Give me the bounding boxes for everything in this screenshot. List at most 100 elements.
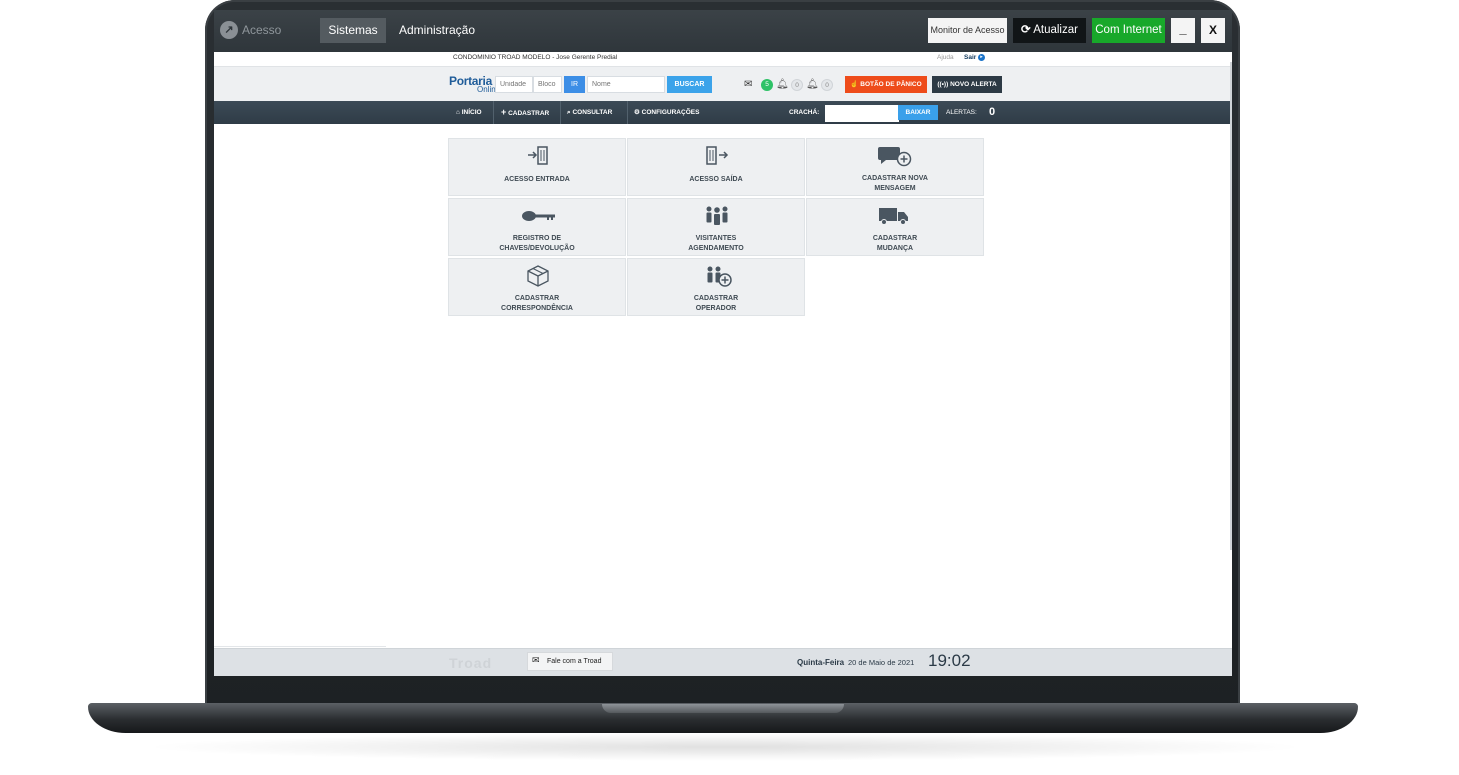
tile-cadastrar-mudanca[interactable]: CADASTRAR MUDANÇA	[806, 198, 984, 256]
shortcut-grid: ACESSO ENTRADA ACESSO SAÍDA CADASTRAR NO…	[448, 138, 988, 320]
hand-icon: ☝	[850, 81, 859, 88]
tile-label-line1: CADASTRAR NOVA	[862, 175, 928, 182]
nav-divider	[627, 101, 628, 124]
tile-label-line2: CHAVES/DEVOLUÇÃO	[499, 245, 575, 252]
search-bar: Portaria Online IR BUSCAR ✉ 5 🔔︎ 0 🔔︎ 0 …	[214, 66, 1232, 101]
menu-administracao[interactable]: Administração	[399, 23, 475, 37]
footer-clock: 19:02	[928, 651, 971, 670]
package-icon	[527, 265, 549, 287]
mail-icon: ✉	[532, 655, 540, 665]
tile-label-line2: CORRESPONDÊNCIA	[501, 305, 573, 312]
panic-label: BOTÃO DE PÂNICO	[860, 81, 922, 88]
buscar-button[interactable]: BUSCAR	[667, 76, 712, 93]
app-logo-icon: ↗	[220, 21, 238, 39]
tile-cadastrar-mensagem[interactable]: CADASTRAR NOVA MENSAGEM	[806, 138, 984, 196]
troad-logo: Troad	[449, 655, 493, 671]
alertas-label: ALERTAS:	[946, 109, 977, 116]
bloco-input[interactable]	[533, 76, 562, 93]
tile-label-line1: VISITANTES	[695, 235, 737, 242]
new-alert-button[interactable]: ((•)) NOVO ALERTA	[932, 76, 1002, 93]
visitors-icon	[706, 206, 728, 225]
new-alert-label: NOVO ALERTA	[950, 81, 997, 88]
nav-consultar-label: CONSULTAR	[572, 109, 613, 116]
scrollbar[interactable]	[1230, 62, 1232, 550]
tile-label-line1: CADASTRAR	[693, 295, 739, 302]
tile-label: ACESSO ENTRADA	[504, 176, 570, 183]
nav-divider	[560, 101, 561, 124]
laptop-notch	[602, 704, 844, 713]
title-bar: ↗ Acesso Sistemas Administração Monitor …	[214, 10, 1232, 52]
monitor-acesso-button[interactable]: Monitor de Acesso	[928, 18, 1007, 43]
tile-cadastrar-operador[interactable]: CADASTRAR OPERADOR	[627, 258, 805, 316]
laptop-shadow	[140, 733, 1310, 761]
cracha-label: CRACHÁ:	[789, 109, 820, 116]
atualizar-button[interactable]: ⟳ Atualizar	[1013, 18, 1086, 43]
gear-icon: ⚙	[634, 109, 640, 116]
nav-consultar[interactable]: ⌕ CONSULTAR	[567, 101, 612, 124]
tile-label-line2: MENSAGEM	[874, 185, 916, 192]
tile-label: CADASTRAR OPERADOR	[628, 294, 804, 314]
nav-divider	[493, 101, 494, 124]
refresh-icon: ⟳	[1021, 24, 1031, 36]
cracha-input[interactable]	[825, 105, 899, 122]
exit-link[interactable]: Sair	[964, 54, 976, 61]
notification-badge[interactable]: 0	[791, 79, 803, 91]
nav-bar: ⌂ INÍCIO + CADASTRAR ⌕ CONSULTAR ⚙ CONFI…	[214, 101, 1230, 124]
nav-configuracoes[interactable]: ⚙ CONFIGURAÇÕES	[634, 101, 699, 124]
bell-icon[interactable]: 🔔︎	[806, 79, 819, 90]
footer-date: 20 de Maio de 2021	[848, 658, 915, 667]
tile-acesso-entrada[interactable]: ACESSO ENTRADA	[448, 138, 626, 196]
tile-registro-chaves[interactable]: REGISTRO DE CHAVES/DEVOLUÇÃO	[448, 198, 626, 256]
nav-inicio[interactable]: ⌂ INÍCIO	[456, 101, 482, 124]
nav-configuracoes-label: CONFIGURAÇÕES	[641, 109, 700, 116]
minimize-button[interactable]: _	[1171, 18, 1195, 43]
home-icon: ⌂	[456, 109, 460, 116]
panic-button[interactable]: ☝ BOTÃO DE PÂNICO	[845, 76, 927, 93]
tile-label: CADASTRAR MUDANÇA	[807, 234, 983, 254]
alert-badge[interactable]: 0	[821, 79, 833, 91]
door-enter-icon	[528, 146, 548, 165]
fale-label: Fale com a Troad	[547, 658, 602, 665]
mail-icon[interactable]: ✉	[744, 79, 752, 90]
tile-label: CADASTRAR NOVA MENSAGEM	[807, 174, 983, 194]
tile-label-line2: OPERADOR	[695, 305, 737, 312]
nav-cadastrar-label: CADASTRAR	[508, 110, 550, 117]
app-name: Acesso	[242, 23, 282, 37]
bell-icon[interactable]: 🔔︎	[776, 79, 789, 90]
tile-label-line2: AGENDAMENTO	[688, 245, 744, 252]
tile-label-line1: REGISTRO DE	[512, 235, 562, 242]
app-screen: ↗ Acesso Sistemas Administração Monitor …	[214, 10, 1232, 676]
ir-button[interactable]: IR	[564, 76, 585, 93]
info-bar: CONDOMINIO TROAD MODELO - Jose Gerente P…	[214, 52, 1232, 66]
close-button[interactable]: X	[1201, 18, 1225, 43]
help-link[interactable]: Ajuda	[937, 54, 954, 61]
alertas-count: 0	[989, 106, 996, 118]
footer-weekday: Quinta-Feira	[797, 658, 845, 667]
plus-icon: +	[501, 107, 507, 117]
menu-sistemas[interactable]: Sistemas	[320, 18, 386, 43]
internet-status-button[interactable]: Com Internet	[1092, 18, 1165, 43]
tile-label-line1: CADASTRAR	[514, 295, 560, 302]
messages-badge[interactable]: 5	[761, 79, 773, 91]
nav-cadastrar[interactable]: + CADASTRAR	[501, 101, 549, 124]
tile-label-line1: CADASTRAR	[872, 235, 918, 242]
tile-label: CADASTRAR CORRESPONDÊNCIA	[449, 294, 625, 314]
tile-label: ACESSO SAÍDA	[689, 176, 743, 183]
nome-input[interactable]	[587, 76, 665, 93]
condominio-label: CONDOMINIO TROAD MODELO - Jose Gerente P…	[453, 54, 618, 61]
tile-acesso-saida[interactable]: ACESSO SAÍDA	[627, 138, 805, 196]
exit-icon[interactable]: ▸	[978, 54, 985, 61]
truck-icon	[879, 208, 908, 225]
baixar-button[interactable]: BAIXAR	[898, 105, 938, 120]
search-icon: ⌕	[567, 109, 571, 116]
tile-label: VISITANTES AGENDAMENTO	[628, 234, 804, 254]
nav-inicio-label: INÍCIO	[461, 109, 482, 116]
tile-label: REGISTRO DE CHAVES/DEVOLUÇÃO	[449, 234, 625, 254]
unidade-input[interactable]	[495, 76, 533, 93]
atualizar-label: Atualizar	[1033, 24, 1078, 36]
footer-bar	[214, 648, 1232, 676]
tile-visitantes[interactable]: VISITANTES AGENDAMENTO	[627, 198, 805, 256]
tile-cadastrar-correspondencia[interactable]: CADASTRAR CORRESPONDÊNCIA	[448, 258, 626, 316]
tile-label-line2: MUDANÇA	[876, 245, 914, 252]
broadcast-icon: ((•))	[937, 81, 949, 88]
